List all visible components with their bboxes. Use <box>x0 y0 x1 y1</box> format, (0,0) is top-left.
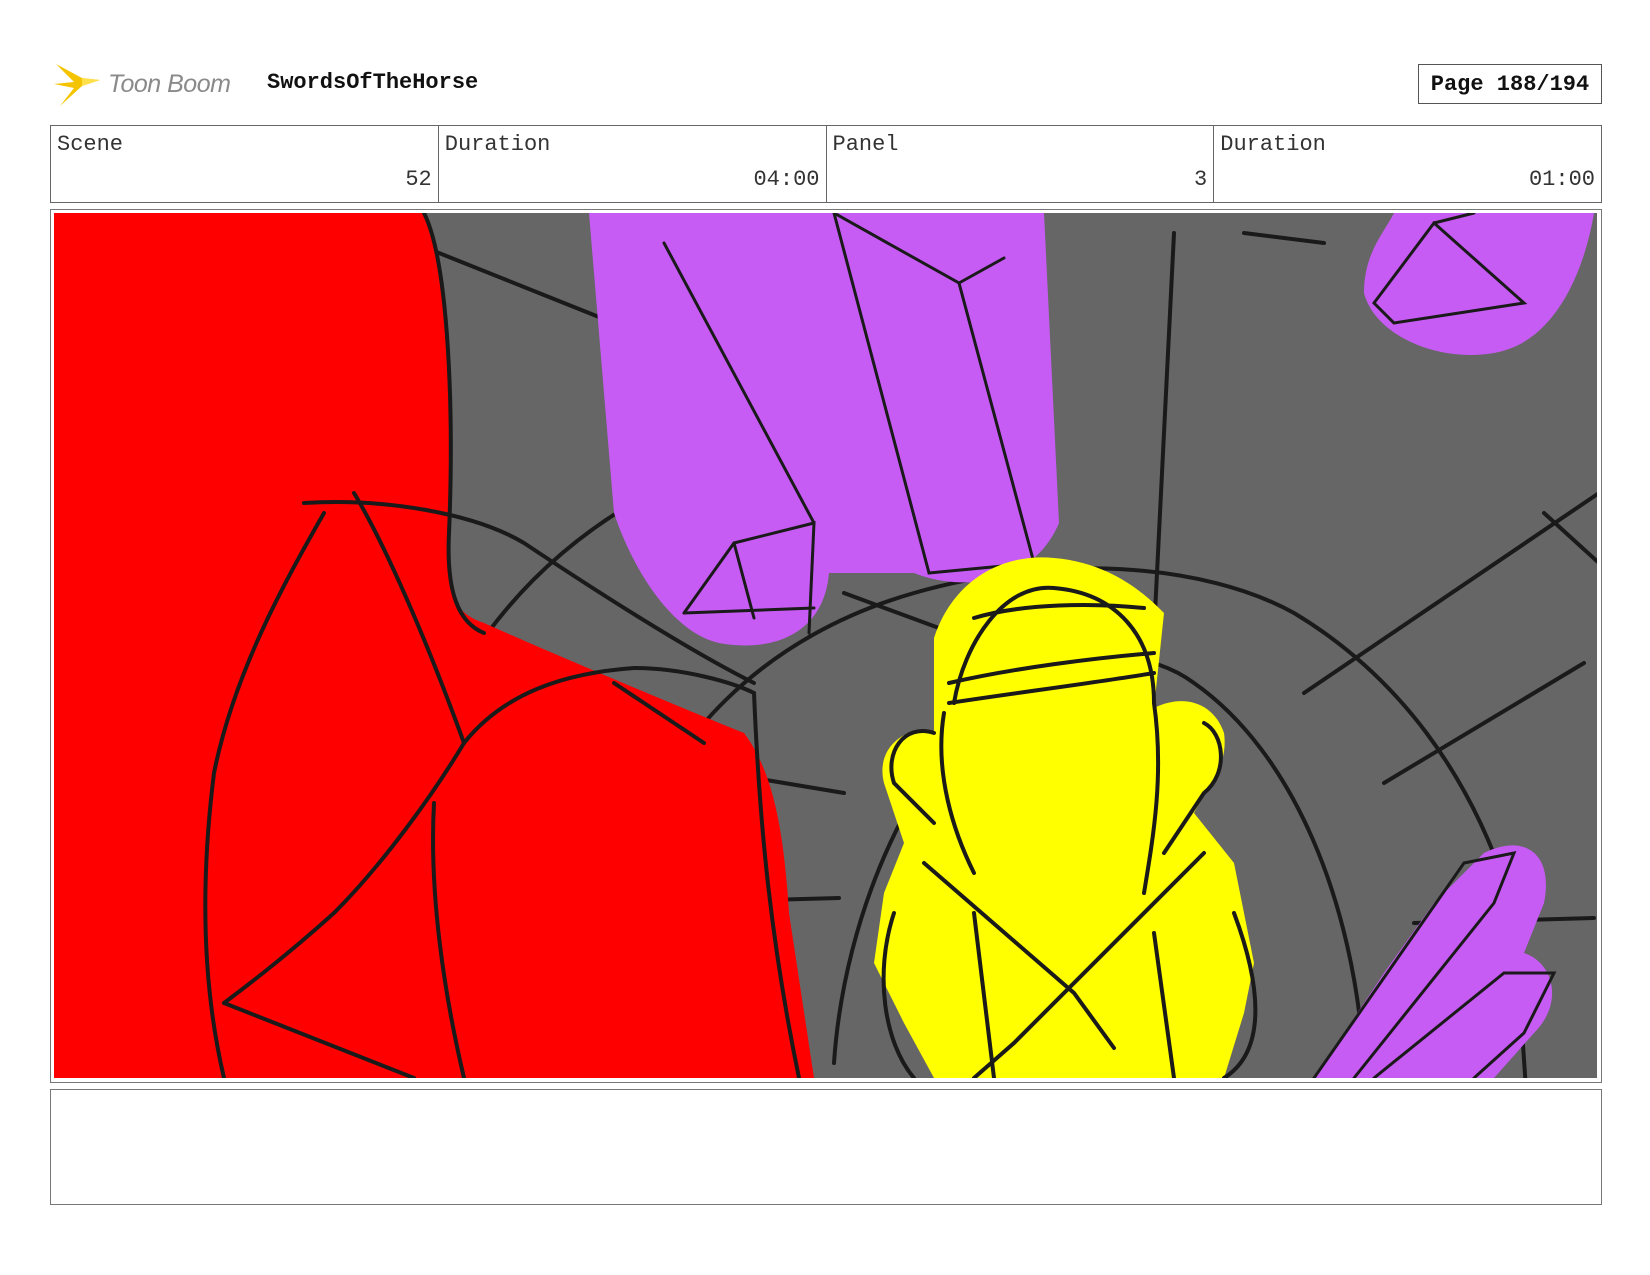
scene-cell: Scene 52 <box>51 126 439 202</box>
scene-duration-value: 04:00 <box>753 167 820 192</box>
panel-value: 3 <box>1194 167 1208 192</box>
project-title: SwordsOfTheHorse <box>267 70 479 95</box>
scene-duration-label: Duration <box>444 132 551 157</box>
starburst-icon <box>54 64 100 106</box>
scene-duration-cell: Duration 04:00 <box>439 126 827 202</box>
notes-area <box>50 1089 1602 1205</box>
panel-duration-value: 01:00 <box>1528 167 1595 192</box>
page-indicator: Page 188/194 <box>1418 64 1602 104</box>
panel-duration-cell: Duration 01:00 <box>1214 126 1601 202</box>
panel-cell: Panel 3 <box>827 126 1215 202</box>
panel-label: Panel <box>832 132 899 157</box>
storyboard-panel <box>50 209 1602 1083</box>
scene-value: 52 <box>405 167 432 192</box>
panel-drawing <box>54 213 1597 1078</box>
panel-duration-label: Duration <box>1220 132 1326 157</box>
toon-boom-logo: Toon Boom <box>52 58 231 110</box>
scene-label: Scene <box>57 132 124 157</box>
info-row: Scene 52 Duration 04:00 Panel 3 Duration… <box>50 125 1602 203</box>
logo-text: Toon Boom <box>108 69 231 98</box>
